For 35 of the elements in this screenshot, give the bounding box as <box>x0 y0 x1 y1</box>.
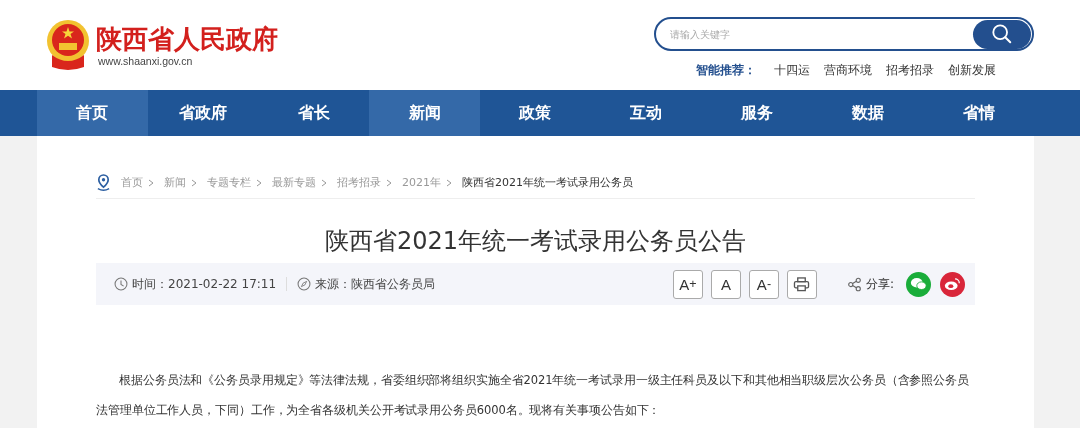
recommend-link[interactable]: 营商环境 <box>824 62 872 79</box>
eye-swirl-icon <box>944 277 961 291</box>
chat-bubbles-icon <box>910 277 927 291</box>
site-url: www.shaanxi.gov.cn <box>98 55 194 67</box>
search-icon <box>990 23 1013 45</box>
recommend-link[interactable]: 创新发展 <box>948 62 996 79</box>
breadcrumb-link[interactable]: 陕西省2021年统一考试录用公务员 <box>462 175 633 190</box>
compass-icon <box>297 277 312 291</box>
wechat-share-button[interactable] <box>906 271 931 297</box>
article-source: 来源：陕西省公务员局 <box>315 275 436 293</box>
article-paragraph: 根据公务员法和《公务员录用规定》等法律法规，省委组织部将组织实施全省2021年统一考试录用一级主任科员及以下和其他相当职级层次公务员（含参照公务员法管理单位工作人员，下同）工作，为全省各级机关公开考试录用公务员6000名。现将有关事项公告如下： <box>96 372 970 419</box>
share-icon <box>846 276 862 292</box>
publish-time: 时间：2021-02-22 17:11 <box>132 275 277 293</box>
nav-tab[interactable]: 政策 <box>480 90 591 136</box>
share-label: 分享: <box>865 275 894 293</box>
nav-tab[interactable]: 服务 <box>701 90 813 136</box>
nav-tab[interactable]: 省政府 <box>147 90 259 136</box>
recommend-link[interactable]: 招考招录 <box>886 62 934 79</box>
location-pin-icon <box>96 174 111 191</box>
nav-tab[interactable]: 省情 <box>923 90 1034 136</box>
nav-tab[interactable]: 互动 <box>590 90 702 136</box>
article-title: 陕西省2021年统一考试录用公务员公告 <box>323 226 748 257</box>
weibo-share-button[interactable] <box>940 271 965 297</box>
print-button[interactable] <box>786 269 817 299</box>
emblem-icon <box>44 19 92 71</box>
clock-icon <box>114 277 128 291</box>
site-name: 陕西省人民政府 <box>96 23 278 55</box>
nav-tab[interactable]: 首页 <box>37 90 148 136</box>
printer-icon <box>793 276 811 292</box>
nav-tab[interactable]: 省长 <box>258 90 370 136</box>
font-size-button[interactable]: A <box>710 269 741 299</box>
recommend-label: 智能推荐： <box>696 62 756 79</box>
nav-tab[interactable]: 新闻 <box>369 90 481 136</box>
recommend-link[interactable]: 十四运 <box>774 62 810 79</box>
nav-tab[interactable]: 数据 <box>812 90 924 136</box>
